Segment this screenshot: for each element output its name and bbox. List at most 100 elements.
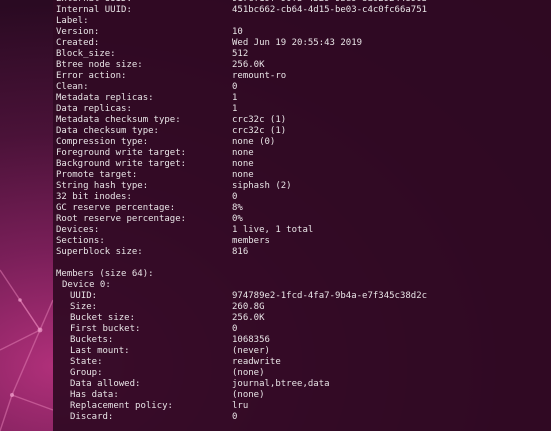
terminal-line: First bucket: 0	[56, 324, 427, 335]
field-value: none	[232, 148, 254, 158]
terminal-line: Sections: members	[56, 236, 427, 247]
field-label: Group:	[70, 368, 103, 378]
terminal-line: Replacement policy: lru	[56, 401, 427, 412]
field-value: none	[232, 170, 254, 180]
terminal-line: Root reserve percentage: 0%	[56, 214, 427, 225]
field-label: Clean:	[56, 82, 89, 92]
field-label: Data allowed:	[70, 379, 141, 389]
device-header: Device 0:	[62, 280, 111, 290]
terminal-line: Metadata checksum type: crc32c (1)	[56, 115, 427, 126]
field-value: (none)	[232, 368, 265, 378]
terminal-line: Version: 10	[56, 27, 427, 38]
field-value: 917cf19f-90fb-4329-9be9-8a029244890b	[232, 0, 427, 4]
desktop: External UUID:917cf19f-90fb-4329-9be9-8a…	[0, 0, 551, 431]
field-label: Sections:	[56, 236, 105, 246]
field-label: Block_size:	[56, 49, 116, 59]
field-value: 0	[232, 192, 238, 202]
field-value: 1	[232, 104, 238, 114]
terminal-line: Created: Wed Jun 19 20:55:43 2019	[56, 38, 427, 49]
field-label: Superblock size:	[56, 247, 143, 257]
field-value: (none)	[232, 390, 265, 400]
field-label: Foreground write target:	[56, 148, 187, 158]
field-label: Discard:	[70, 412, 114, 422]
terminal-line: Bucket size: 256.0K	[56, 313, 427, 324]
field-value: crc32c (1)	[232, 115, 287, 125]
field-label: Promote target:	[56, 170, 138, 180]
field-value: 1 live, 1 total	[232, 225, 314, 235]
members-header: Members (size 64):	[56, 269, 154, 279]
terminal-output: External UUID:917cf19f-90fb-4329-9be9-8a…	[56, 0, 427, 423]
field-label: Replacement policy:	[70, 401, 173, 411]
field-value: none	[232, 159, 254, 169]
terminal-line: Has data: (none)	[56, 390, 427, 401]
terminal-line: Superblock size: 816	[56, 247, 427, 258]
field-value: members	[232, 236, 270, 246]
field-label: UUID:	[70, 291, 98, 301]
field-value: 1	[232, 93, 238, 103]
field-label: Data checksum type:	[56, 126, 159, 136]
field-value: 10	[232, 27, 243, 37]
field-label: Devices:	[56, 225, 100, 235]
terminal-window[interactable]: External UUID:917cf19f-90fb-4329-9be9-8a…	[53, 0, 551, 431]
terminal-line: Clean: 0	[56, 82, 427, 93]
terminal-line: Size: 260.8G	[56, 302, 427, 313]
field-label: Size:	[70, 302, 98, 312]
terminal-line: Compression type: none (0)	[56, 137, 427, 148]
field-value: journal,btree,data	[232, 379, 330, 389]
terminal-line: Internal UUID: 451bc662-cb64-4d15-be03-c4…	[56, 5, 427, 16]
field-value: (never)	[232, 346, 270, 356]
terminal-line: Foreground write target: none	[56, 148, 427, 159]
terminal-line: Error action: remount-ro	[56, 71, 427, 82]
terminal-line: Data replicas: 1	[56, 104, 427, 115]
field-label: Internal UUID:	[56, 5, 132, 15]
terminal-line: Group: (none)	[56, 368, 427, 379]
terminal-line: String hash type: siphash (2)	[56, 181, 427, 192]
field-value: 1068356	[232, 335, 270, 345]
field-value: 256.0K	[232, 313, 265, 323]
field-value: crc32c (1)	[232, 126, 287, 136]
field-value: Wed Jun 19 20:55:43 2019	[232, 38, 363, 48]
field-value: readwrite	[232, 357, 281, 367]
field-label: Label:	[56, 16, 89, 26]
terminal-line: Btree node size: 256.0K	[56, 60, 427, 71]
field-value: 816	[232, 247, 249, 257]
terminal-line: Buckets: 1068356	[56, 335, 427, 346]
field-label: Created:	[56, 38, 100, 48]
field-label: Bucket size:	[70, 313, 136, 323]
field-value: 451bc662-cb64-4d15-be03-c4c0fc66a751	[232, 5, 428, 15]
field-value: remount-ro	[232, 71, 287, 81]
field-value: none (0)	[232, 137, 276, 147]
field-value: 8%	[232, 203, 243, 213]
field-label: Metadata replicas:	[56, 93, 154, 103]
field-value: 974789e2-1fcd-4fa7-9b4a-e7f345c38d2c	[232, 291, 428, 301]
field-label: Buckets:	[70, 335, 114, 345]
terminal-line: Metadata replicas: 1	[56, 93, 427, 104]
field-value: 0	[232, 412, 238, 422]
field-value: 260.8G	[232, 302, 265, 312]
field-label: Last mount:	[70, 346, 130, 356]
field-label: First bucket:	[70, 324, 141, 334]
field-label: Root reserve percentage:	[56, 214, 187, 224]
field-label: GC reserve percentage:	[56, 203, 176, 213]
field-label: Compression type:	[56, 137, 149, 147]
field-label: Data replicas:	[56, 104, 132, 114]
field-label: Error action:	[56, 71, 127, 81]
terminal-line: Promote target: none	[56, 170, 427, 181]
field-label: State:	[70, 357, 103, 367]
terminal-line: Devices: 1 live, 1 total	[56, 225, 427, 236]
terminal-line: Block_size: 512	[56, 49, 427, 60]
terminal-line: GC reserve percentage: 8%	[56, 203, 427, 214]
field-label: Background write target:	[56, 159, 187, 169]
terminal-line: Label:	[56, 16, 427, 27]
field-value: lru	[232, 401, 249, 411]
terminal-line: State: readwrite	[56, 357, 427, 368]
field-label: Has data:	[70, 390, 119, 400]
field-label: String hash type:	[56, 181, 149, 191]
field-value: 0	[232, 82, 238, 92]
field-label: Btree node size:	[56, 60, 143, 70]
terminal-line: Data checksum type: crc32c (1)	[56, 126, 427, 137]
field-value: 256.0K	[232, 60, 265, 70]
terminal-line: 32 bit inodes: 0	[56, 192, 427, 203]
field-value: 512	[232, 49, 249, 59]
